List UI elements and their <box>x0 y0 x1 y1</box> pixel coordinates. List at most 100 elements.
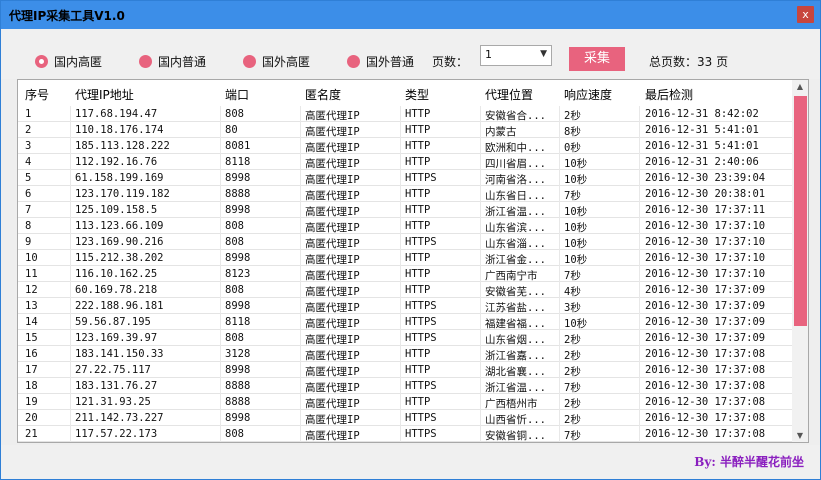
table-cell: 11 <box>25 268 38 280</box>
table-row[interactable]: 3 185.113.128.222 8081 高匿代理IP HTTP 欧洲和中... 0秒 2… <box>18 138 792 154</box>
column-divider <box>220 250 221 266</box>
table-row[interactable]: 5 61.158.199.169 8998 高匿代理IP HTTPS 河南省洛... 10秒… <box>18 170 792 186</box>
scroll-down-icon[interactable]: ▼ <box>792 431 808 440</box>
column-divider <box>220 218 221 234</box>
column-divider <box>220 282 221 298</box>
table-cell: 2 <box>25 124 32 136</box>
table-row[interactable]: 12 60.169.78.218 808 高匿代理IP HTTP 安徽省芜... 4秒 201… <box>18 282 792 298</box>
column-header-index[interactable]: 序号 <box>25 86 49 103</box>
table-row[interactable]: 4 112.192.16.76 8118 高匿代理IP HTTP 四川省眉... 10秒 20… <box>18 154 792 170</box>
table-cell: 浙江省金... <box>485 254 546 266</box>
table-cell: 浙江省温... <box>485 206 546 218</box>
column-divider <box>70 234 71 250</box>
column-divider <box>70 330 71 346</box>
collect-button[interactable]: 采集 <box>569 47 625 71</box>
column-divider <box>480 330 481 346</box>
table-cell: 高匿代理IP <box>305 318 360 330</box>
column-divider <box>300 346 301 362</box>
column-divider <box>639 106 640 122</box>
table-row[interactable]: 19 121.31.93.25 8888 高匿代理IP HTTP 广西梧州市 2秒 2016-… <box>18 394 792 410</box>
table-row[interactable]: 15 123.169.39.97 808 高匿代理IP HTTPS 山东省烟... 2秒 20… <box>18 330 792 346</box>
table-row[interactable]: 16 183.141.150.33 3128 高匿代理IP HTTP 浙江省嘉... 2秒 2… <box>18 346 792 362</box>
radio-domestic-elite[interactable]: 国内高匿 <box>35 53 102 69</box>
column-divider <box>480 154 481 170</box>
scroll-up-icon[interactable]: ▲ <box>792 82 808 91</box>
column-header-anonymity[interactable]: 匿名度 <box>305 86 341 103</box>
table-cell: 2016-12-31 5:41:01 <box>645 140 759 152</box>
radio-foreign-elite[interactable]: 国外高匿 <box>243 53 310 69</box>
table-row[interactable]: 8 113.123.66.109 808 高匿代理IP HTTP 山东省滨... 10秒 20… <box>18 218 792 234</box>
table-cell: HTTPS <box>405 172 437 184</box>
radio-label: 国内高匿 <box>54 54 103 69</box>
table-row[interactable]: 11 116.10.162.25 8123 高匿代理IP HTTP 广西南宁市 7秒 2016… <box>18 266 792 282</box>
column-divider <box>480 122 481 138</box>
column-divider <box>300 202 301 218</box>
column-divider <box>300 154 301 170</box>
table-row[interactable]: 9 123.169.90.216 808 高匿代理IP HTTPS 山东省淄... 10秒 2… <box>18 234 792 250</box>
column-divider <box>300 106 301 122</box>
close-button[interactable]: x <box>797 6 814 23</box>
table-cell: 2016-12-31 5:41:01 <box>645 124 759 136</box>
column-divider <box>70 346 71 362</box>
table-cell: 3128 <box>225 348 251 360</box>
column-divider <box>70 378 71 394</box>
column-header-ip[interactable]: 代理IP地址 <box>75 86 134 103</box>
table-row[interactable]: 2 110.18.176.174 80 高匿代理IP HTTP 内蒙古 8秒 2016-12-… <box>18 122 792 138</box>
column-header-last-check[interactable]: 最后检测 <box>645 86 693 103</box>
column-divider <box>480 346 481 362</box>
table-cell: 10秒 <box>564 238 588 250</box>
table-row[interactable]: 6 123.170.119.182 8888 高匿代理IP HTTP 山东省日... 7秒 2… <box>18 186 792 202</box>
table-cell: 8 <box>25 220 32 232</box>
column-divider <box>70 266 71 282</box>
column-divider <box>300 282 301 298</box>
total-pages-label: 总页数：33 页 <box>649 55 729 69</box>
column-header-speed[interactable]: 响应速度 <box>564 86 612 103</box>
table-row[interactable]: 10 115.212.38.202 8998 高匿代理IP HTTP 浙江省金... 10秒… <box>18 250 792 266</box>
table-row[interactable]: 13 222.188.96.181 8998 高匿代理IP HTTPS 江苏省盐... 3秒… <box>18 298 792 314</box>
column-divider <box>559 122 560 138</box>
table-row[interactable]: 1 117.68.194.47 808 高匿代理IP HTTP 安徽省合... 2秒 2016… <box>18 106 792 122</box>
column-divider <box>559 362 560 378</box>
table-cell: 湖北省襄... <box>485 366 546 378</box>
column-header-type[interactable]: 类型 <box>405 86 429 103</box>
vertical-scrollbar[interactable]: ▲ ▼ <box>792 80 808 442</box>
table-cell: 183.141.150.33 <box>75 348 164 360</box>
table-row[interactable]: 14 59.56.87.195 8118 高匿代理IP HTTPS 福建省福... 10秒 2… <box>18 314 792 330</box>
table-cell: 2016-12-31 8:42:02 <box>645 108 759 120</box>
radio-foreign-normal[interactable]: 国外普通 <box>347 53 414 69</box>
column-divider <box>70 298 71 314</box>
table-cell: 2016-12-30 17:37:08 <box>645 380 766 392</box>
table-cell: 222.188.96.181 <box>75 300 164 312</box>
column-divider <box>70 186 71 202</box>
table-cell: 7秒 <box>564 430 581 442</box>
column-header-location[interactable]: 代理位置 <box>485 86 533 103</box>
table-cell: HTTPS <box>405 412 437 424</box>
page-select[interactable]: 1 ▼ <box>480 45 552 66</box>
table-cell: 10 <box>25 252 38 264</box>
radio-domestic-normal[interactable]: 国内普通 <box>139 53 206 69</box>
title-bar[interactable]: 代理IP采集工具V1.0 x <box>1 1 820 29</box>
table-cell: 5 <box>25 172 32 184</box>
table-cell: 2016-12-30 23:39:04 <box>645 172 766 184</box>
table-row[interactable]: 7 125.109.158.5 8998 高匿代理IP HTTP 浙江省温... 10秒 20… <box>18 202 792 218</box>
table-cell: 2016-12-30 17:37:10 <box>645 236 766 248</box>
column-divider <box>480 250 481 266</box>
column-divider <box>220 186 221 202</box>
column-divider <box>300 410 301 426</box>
table-row[interactable]: 20 211.142.73.227 8998 高匿代理IP HTTPS 山西省忻... 2秒… <box>18 410 792 426</box>
column-divider <box>400 330 401 346</box>
scrollbar-thumb[interactable] <box>794 96 807 326</box>
table-cell: 185.113.128.222 <box>75 140 170 152</box>
table-body: 1 117.68.194.47 808 高匿代理IP HTTP 安徽省合... 2秒 2016… <box>18 106 792 442</box>
table-row[interactable]: 18 183.131.76.27 8888 高匿代理IP HTTPS 浙江省温... 7秒 2… <box>18 378 792 394</box>
table-cell: 8888 <box>225 380 251 392</box>
table-row[interactable]: 17 27.22.75.117 8998 高匿代理IP HTTP 湖北省襄... 2秒 201… <box>18 362 792 378</box>
column-divider <box>300 122 301 138</box>
table-row[interactable]: 21 117.57.22.173 808 高匿代理IP HTTPS 安徽省铜... 7秒 20… <box>18 426 792 442</box>
column-header-port[interactable]: 端口 <box>225 86 249 103</box>
column-divider <box>559 410 560 426</box>
table-cell: 6 <box>25 188 32 200</box>
table-cell: HTTP <box>405 364 431 376</box>
table-cell: HTTP <box>405 108 431 120</box>
table-cell: 内蒙古 <box>485 126 517 138</box>
